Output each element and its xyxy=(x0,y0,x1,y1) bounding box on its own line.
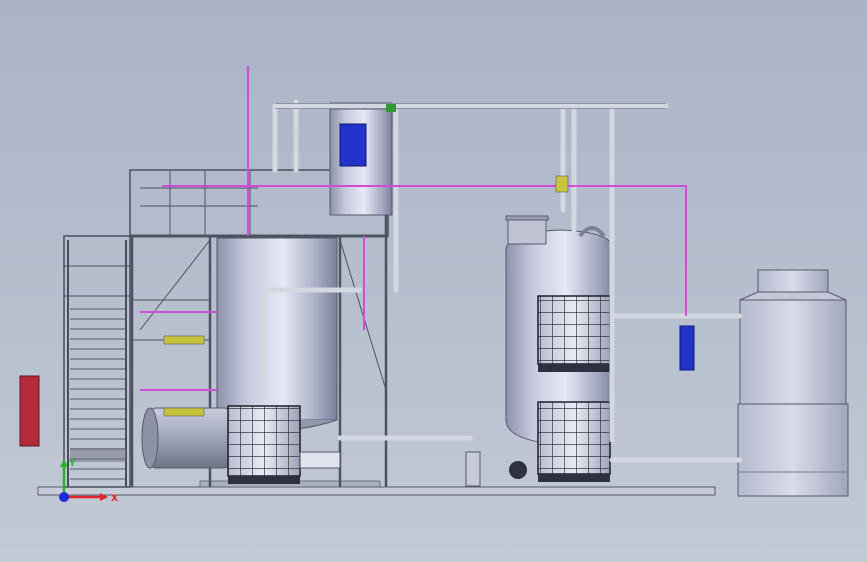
level-gauge[interactable] xyxy=(679,325,695,371)
axis-y-label: Y xyxy=(68,459,76,469)
horizontal-drum[interactable] xyxy=(141,407,231,469)
base-skid[interactable] xyxy=(37,480,716,496)
ibc-container[interactable] xyxy=(227,405,301,484)
cad-viewport[interactable]: X Y xyxy=(0,0,867,562)
axis-x-label: X xyxy=(111,494,118,504)
reactor-tank-main[interactable] xyxy=(216,237,338,431)
access-staircase[interactable] xyxy=(63,235,131,488)
cooling-tower[interactable] xyxy=(737,269,849,497)
ibc-container[interactable] xyxy=(537,401,611,482)
overhead-vessel[interactable] xyxy=(329,102,393,216)
control-cabinet[interactable] xyxy=(19,375,40,447)
ibc-container[interactable] xyxy=(537,295,611,372)
